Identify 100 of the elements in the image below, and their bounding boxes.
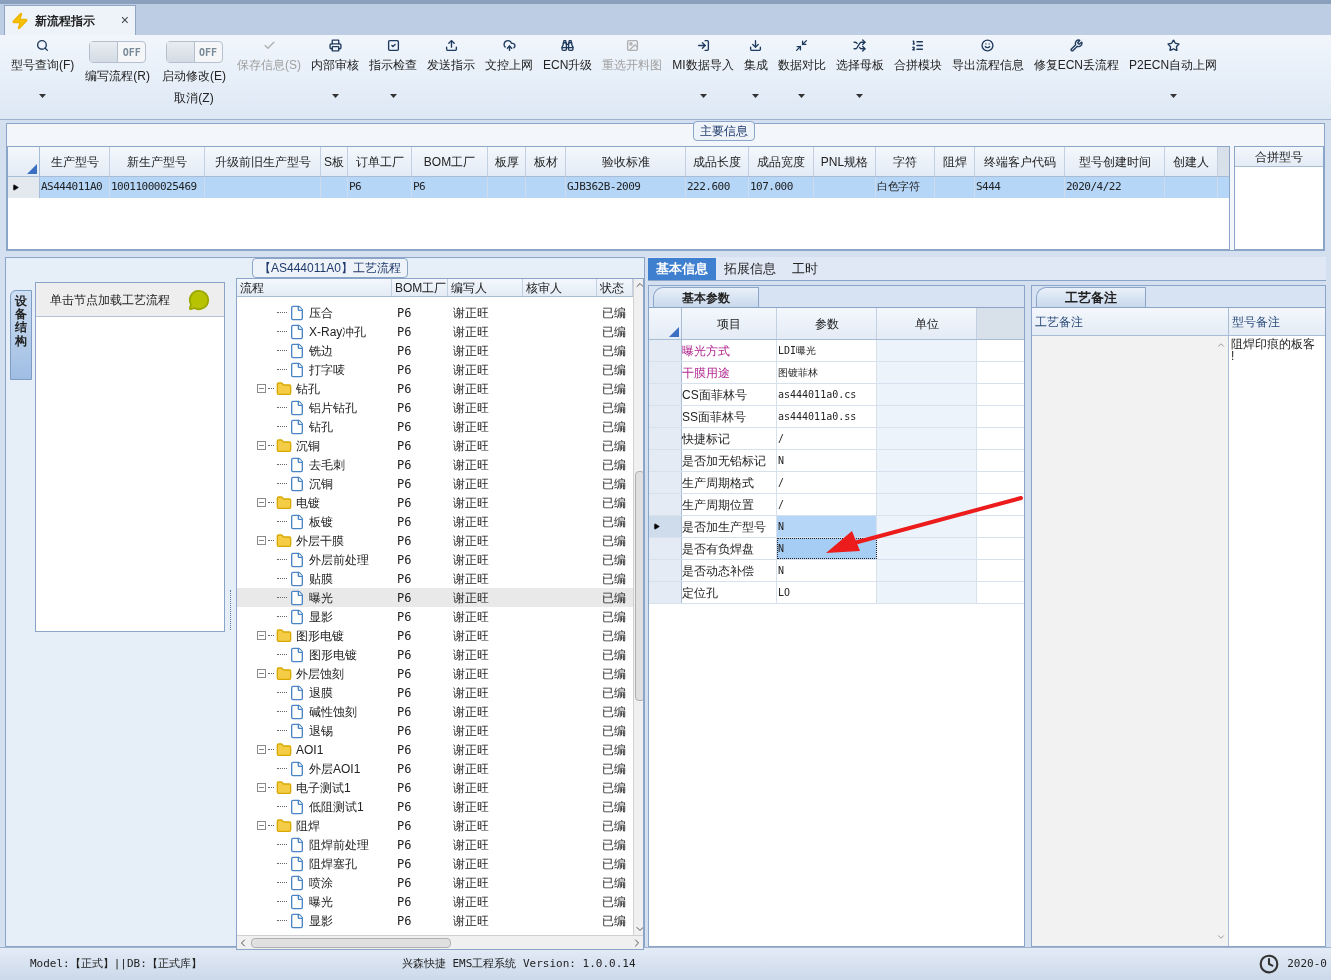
- tree-row[interactable]: 外层AOI1 P6 谢正旺 已编: [237, 759, 633, 778]
- dropdown-caret-icon[interactable]: [389, 94, 397, 98]
- tree-row[interactable]: 显影 P6 谢正旺 已编: [237, 911, 633, 930]
- tree-row[interactable]: 退膜 P6 谢正旺 已编: [237, 683, 633, 702]
- tree-row[interactable]: 电镀 P6 谢正旺 已编: [237, 493, 633, 512]
- table-row[interactable]: AS444011A0 10011000025469 P6 P6 GJB362B-2009 222.600 107.000 白色字符 S444 2020/4/22: [8, 177, 1229, 198]
- column-header[interactable]: 项目: [682, 308, 777, 339]
- dropdown-caret-icon[interactable]: [1169, 94, 1177, 98]
- table-cell[interactable]: N: [777, 560, 877, 581]
- vertical-scrollbar[interactable]: [633, 279, 643, 935]
- column-header[interactable]: PNL规格: [814, 147, 876, 176]
- scroll-up-icon[interactable]: [1216, 340, 1226, 350]
- tree-row[interactable]: 曝光 P6 谢正旺 已编: [237, 588, 633, 607]
- tree-row[interactable]: 阻焊前处理 P6 谢正旺 已编: [237, 835, 633, 854]
- table-cell[interactable]: /: [777, 472, 877, 493]
- table-cell[interactable]: /: [777, 428, 877, 449]
- tree-row[interactable]: 图形电镀 P6 谢正旺 已编: [237, 626, 633, 645]
- collapse-toggle[interactable]: [257, 498, 266, 507]
- tree-row[interactable]: 钻孔 P6 谢正旺 已编: [237, 379, 633, 398]
- tree-row[interactable]: 打字唛 P6 谢正旺 已编: [237, 360, 633, 379]
- tree-row[interactable]: 喷涂 P6 谢正旺 已编: [237, 873, 633, 892]
- tree-row[interactable]: 图形电镀 P6 谢正旺 已编: [237, 645, 633, 664]
- table-cell[interactable]: LDI曝光: [777, 340, 877, 361]
- dropdown-caret-icon[interactable]: [699, 94, 707, 98]
- panel-tab[interactable]: 工艺备注: [1036, 287, 1146, 307]
- tree-row[interactable]: 沉铜 P6 谢正旺 已编: [237, 436, 633, 455]
- dropdown-caret-icon[interactable]: [39, 94, 47, 98]
- tree-row[interactable]: 显影 P6 谢正旺 已编: [237, 607, 633, 626]
- toolbar-button[interactable]: 数据对比: [777, 39, 826, 74]
- column-header[interactable]: 成品长度: [686, 147, 749, 176]
- column-header[interactable]: S板: [321, 147, 348, 176]
- table-cell[interactable]: as444011a0.cs: [777, 384, 877, 405]
- column-header[interactable]: 型号备注: [1229, 308, 1325, 335]
- toolbar-button[interactable]: 文控上网: [485, 39, 533, 74]
- scroll-thumb[interactable]: [635, 471, 643, 701]
- collapse-toggle[interactable]: [257, 384, 266, 393]
- table-cell[interactable]: LO: [777, 582, 877, 603]
- tab[interactable]: 拓展信息: [716, 258, 784, 280]
- column-header[interactable]: 终端客户代码: [975, 147, 1065, 176]
- collapse-toggle[interactable]: [257, 669, 266, 678]
- toolbar-button[interactable]: ECN升级: [543, 39, 593, 74]
- tree-row[interactable]: AOI1 P6 谢正旺 已编: [237, 740, 633, 759]
- toolbar-button[interactable]: 集成: [743, 39, 768, 74]
- dropdown-caret-icon[interactable]: [752, 94, 760, 98]
- tab[interactable]: 基本信息: [648, 258, 716, 280]
- collapse-toggle[interactable]: [257, 783, 266, 792]
- column-header[interactable]: 订单工厂: [348, 147, 412, 176]
- collapse-toggle[interactable]: [257, 631, 266, 640]
- row-header[interactable]: [649, 516, 682, 537]
- column-header[interactable]: 合拼型号: [1235, 147, 1323, 167]
- column-header[interactable]: 阻焊: [935, 147, 975, 176]
- column-header[interactable]: 流程: [237, 279, 392, 296]
- toolbar-button[interactable]: 导出流程信息: [951, 39, 1024, 74]
- collapse-toggle[interactable]: [257, 441, 266, 450]
- dropdown-caret-icon[interactable]: [798, 94, 806, 98]
- column-header[interactable]: 验收标准: [566, 147, 686, 176]
- tree-row[interactable]: 外层前处理 P6 谢正旺 已编: [237, 550, 633, 569]
- column-header[interactable]: 参数: [777, 308, 877, 339]
- tree-row[interactable]: 沉铜 P6 谢正旺 已编: [237, 474, 633, 493]
- table-cell[interactable]: 图镀菲林: [777, 362, 877, 383]
- toolbar-button[interactable]: 修复ECN丢流程: [1033, 39, 1120, 74]
- column-header[interactable]: 板材: [526, 147, 566, 176]
- table-cell[interactable]: /: [777, 494, 877, 515]
- dropdown-caret-icon[interactable]: [856, 94, 864, 98]
- toolbar-button[interactable]: MI数据导入: [672, 39, 734, 74]
- tree-row[interactable]: 钻孔 P6 谢正旺 已编: [237, 417, 633, 436]
- column-header[interactable]: 字符: [876, 147, 935, 176]
- tab[interactable]: 工时: [784, 258, 826, 280]
- toolbar-button[interactable]: 发送指示: [427, 39, 475, 74]
- column-header[interactable]: BOM工厂: [392, 279, 448, 296]
- column-header[interactable]: 生产型号: [40, 147, 110, 176]
- table-cell[interactable]: N: [777, 450, 877, 471]
- column-header[interactable]: 核审人: [523, 279, 597, 296]
- tree-row[interactable]: 阻焊塞孔 P6 谢正旺 已编: [237, 854, 633, 873]
- document-tab[interactable]: 新流程指示 ×: [4, 5, 136, 35]
- toolbar-button[interactable]: 选择母板: [835, 39, 884, 74]
- tree-row[interactable]: X-Ray冲孔 P6 谢正旺 已编: [237, 322, 633, 341]
- tree-row[interactable]: 曝光 P6 谢正旺 已编: [237, 892, 633, 911]
- tree-row[interactable]: 铝片钻孔 P6 谢正旺 已编: [237, 398, 633, 417]
- toolbar-button[interactable]: 型号查询(F): [11, 39, 75, 74]
- table-cell[interactable]: as444011a0.ss: [777, 406, 877, 427]
- tree-row[interactable]: 低阻测试1 P6 谢正旺 已编: [237, 797, 633, 816]
- tree-row[interactable]: 板镀 P6 谢正旺 已编: [237, 512, 633, 531]
- tree-row[interactable]: 铣边 P6 谢正旺 已编: [237, 341, 633, 360]
- panel-tab[interactable]: 基本参数: [653, 287, 759, 307]
- tree-row[interactable]: 外层蚀刻 P6 谢正旺 已编: [237, 664, 633, 683]
- column-header[interactable]: 成品宽度: [749, 147, 814, 176]
- toolbar-button[interactable]: 内部审核: [311, 39, 359, 74]
- tree-row[interactable]: 电子测试1 P6 谢正旺 已编: [237, 778, 633, 797]
- tree-row[interactable]: 碱性蚀刻 P6 谢正旺 已编: [237, 702, 633, 721]
- column-header[interactable]: 板厚: [488, 147, 526, 176]
- tree-row[interactable]: 阻焊 P6 谢正旺 已编: [237, 816, 633, 835]
- dropdown-caret-icon[interactable]: [331, 94, 339, 98]
- tree-row[interactable]: 压合 P6 谢正旺 已编: [237, 303, 633, 322]
- horizontal-scrollbar[interactable]: [237, 935, 643, 949]
- tree-row[interactable]: 外层干膜 P6 谢正旺 已编: [237, 531, 633, 550]
- collapse-toggle[interactable]: [257, 536, 266, 545]
- column-header[interactable]: 新生产型号: [110, 147, 205, 176]
- collapse-toggle[interactable]: [257, 745, 266, 754]
- vertical-tab[interactable]: 设备结构: [10, 290, 32, 380]
